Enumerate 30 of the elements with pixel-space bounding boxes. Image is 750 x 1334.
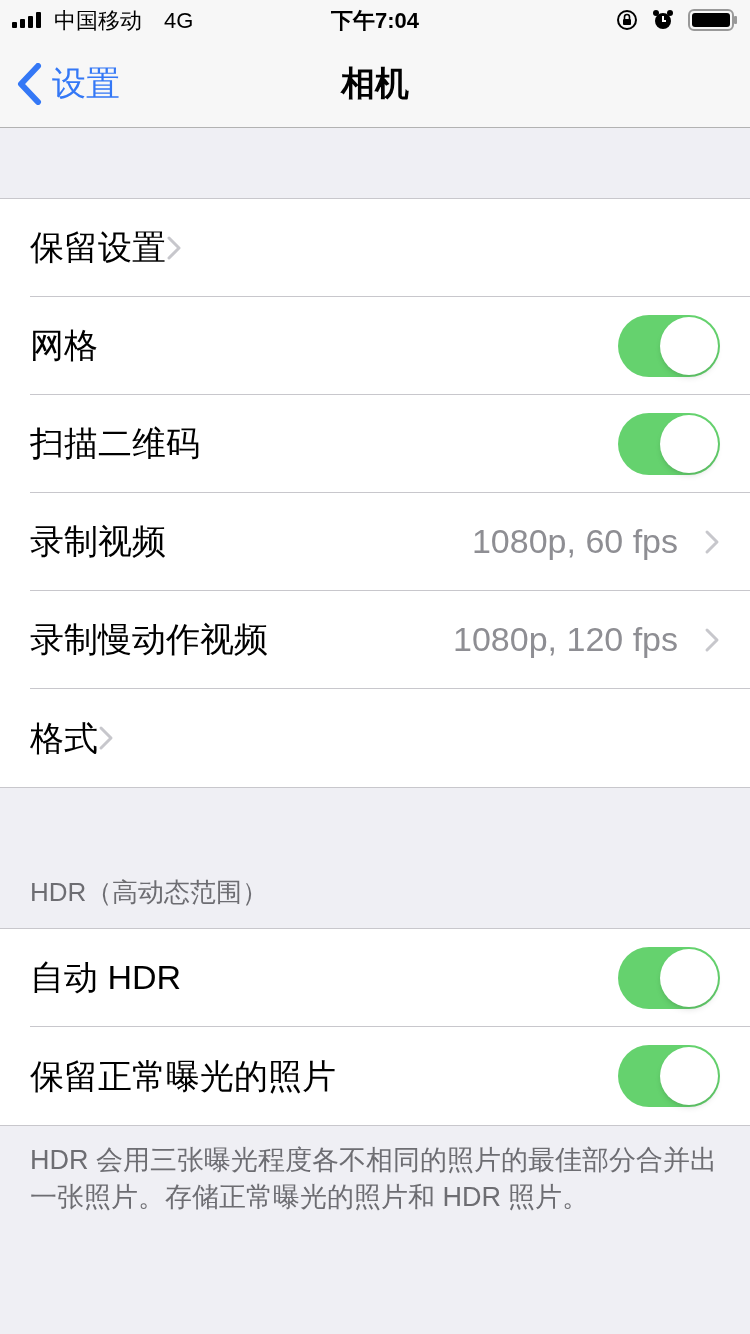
carrier-name: 中国移动 — [54, 6, 142, 35]
row-label: 保留正常曝光的照片 — [30, 1055, 336, 1097]
settings-row[interactable]: 录制视频 1080p, 60 fps — [30, 493, 750, 591]
chevron-right-icon — [98, 725, 114, 751]
section-footer: HDR 会用三张曝光程度各不相同的照片的最佳部分合并出一张照片。存储正常曝光的照片和 HDR 照片。 — [30, 1142, 720, 1216]
row-label: 扫描二维码 — [30, 423, 200, 464]
row-label: 格式 — [30, 717, 98, 759]
row-label: 录制慢动作视频 — [30, 619, 268, 660]
row-label: 网格 — [30, 325, 98, 366]
chevron-right-icon — [166, 234, 182, 261]
back-chevron-icon — [16, 62, 42, 105]
battery-icon — [688, 9, 738, 31]
row-label: 自动 HDR — [30, 957, 182, 998]
section-header: HDR（高动态范围） — [30, 876, 269, 909]
alarm-icon — [652, 9, 674, 31]
back-button[interactable]: 设置 — [0, 58, 120, 109]
settings-row[interactable]: 录制慢动作视频 1080p, 120 fps — [30, 591, 750, 689]
chevron-right-icon — [704, 626, 720, 653]
row-label: 录制视频 — [30, 521, 166, 562]
nav-title: 相机 — [341, 63, 409, 104]
row-value: 1080p, 120 fps — [453, 619, 678, 660]
rotation-lock-icon — [616, 9, 638, 31]
status-time: 下午7:04 — [330, 6, 419, 35]
toggle-switch[interactable] — [618, 1045, 720, 1107]
network-type: 4G — [164, 6, 194, 35]
row-label: 保留设置 — [30, 227, 166, 268]
row-value: 1080p, 60 fps — [471, 521, 678, 562]
settings-row[interactable]: 保留设置 — [30, 199, 750, 297]
settings-row[interactable]: 格式 — [30, 689, 750, 787]
chevron-right-icon — [704, 528, 720, 555]
